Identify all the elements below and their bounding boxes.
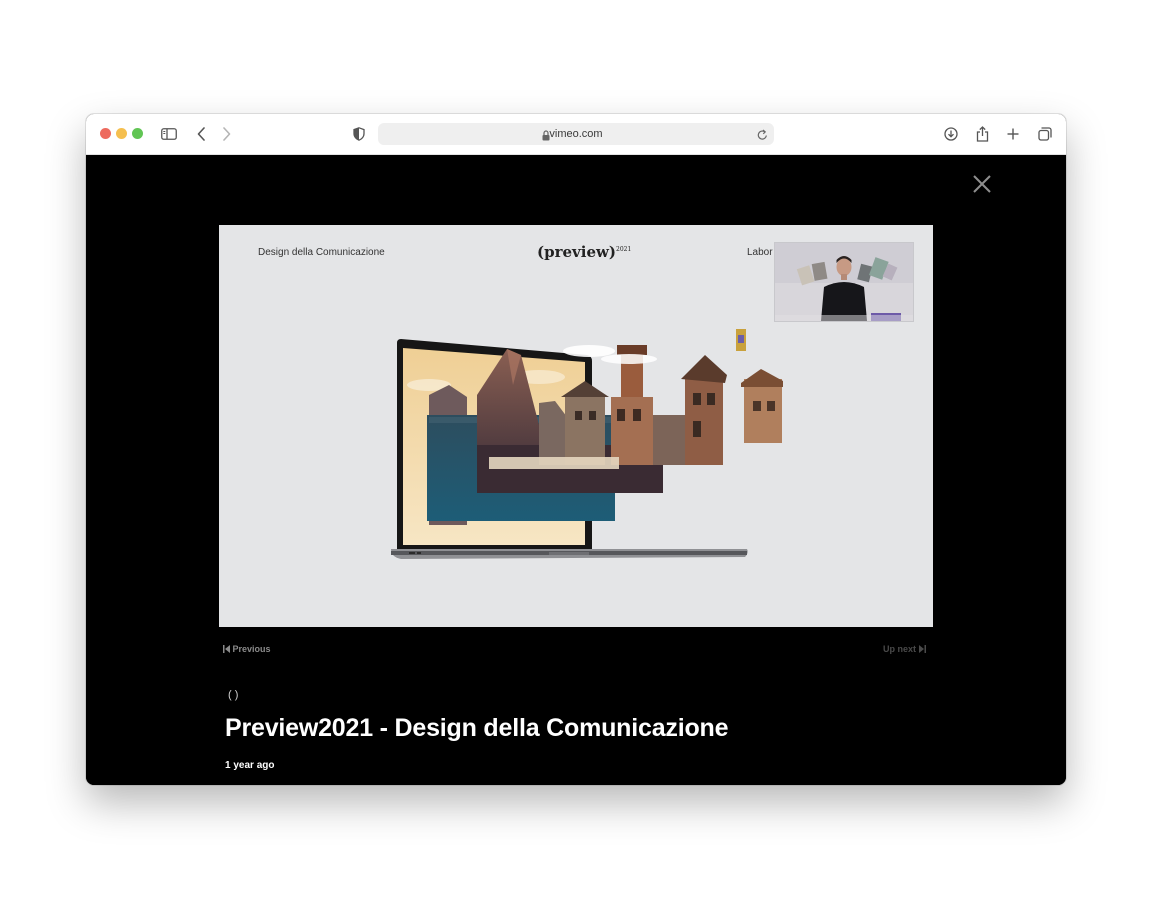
- close-icon: [973, 175, 991, 193]
- sidebar-icon: [161, 128, 177, 140]
- skip-back-icon: [223, 645, 230, 653]
- browser-toolbar: vimeo.com: [86, 114, 1066, 155]
- video-title: Preview2021 - Design della Comunicazione: [225, 714, 729, 742]
- up-next-label: Up next: [883, 644, 917, 654]
- forward-button[interactable]: [216, 124, 236, 144]
- browser-window: vimeo.com Design della Comunicazione (pr…: [86, 114, 1066, 785]
- new-tab-button[interactable]: [1003, 124, 1023, 144]
- back-button[interactable]: [191, 124, 211, 144]
- slide-logo-text: (preview): [537, 243, 616, 261]
- upload-time: 1 year ago: [225, 760, 275, 771]
- minimize-window-button[interactable]: [116, 128, 127, 139]
- preview-logo-mark: ( ): [228, 689, 239, 701]
- slide-logo: (preview)2021: [537, 243, 631, 261]
- vimeo-lightbox: Design della Comunicazione (preview)2021…: [86, 155, 1066, 785]
- privacy-report-button[interactable]: [349, 124, 369, 144]
- slide-header-left: Design della Comunicazione: [258, 247, 385, 258]
- forward-chevron-icon: [222, 127, 230, 141]
- previous-label: Previous: [232, 644, 271, 654]
- share-button[interactable]: [972, 124, 992, 144]
- downloads-button[interactable]: [941, 124, 961, 144]
- back-chevron-icon: [197, 127, 205, 141]
- url-text: vimeo.com: [549, 128, 603, 140]
- presenter-webcam-overlay: [774, 242, 914, 322]
- up-next-link[interactable]: Up next: [883, 644, 926, 654]
- video-player[interactable]: Design della Comunicazione (preview)2021…: [219, 225, 933, 627]
- download-icon: [944, 127, 958, 141]
- laptop-village-illustration: [389, 325, 789, 570]
- tab-overview-button[interactable]: [1035, 124, 1055, 144]
- previous-video-link[interactable]: Previous: [223, 644, 271, 654]
- address-bar[interactable]: vimeo.com: [378, 123, 774, 145]
- reload-icon: [757, 129, 767, 140]
- skip-forward-icon: [918, 645, 926, 653]
- share-icon: [976, 126, 988, 142]
- reload-button[interactable]: [757, 128, 768, 146]
- close-window-button[interactable]: [100, 128, 111, 139]
- shield-icon: [353, 127, 365, 141]
- tabs-icon: [1038, 127, 1052, 141]
- slide-logo-superscript: 2021: [616, 246, 632, 253]
- sidebar-toggle-button[interactable]: [159, 124, 179, 144]
- plus-icon: [1007, 128, 1019, 140]
- zoom-window-button[interactable]: [132, 128, 143, 139]
- slide-header-right: Labor: [747, 247, 773, 258]
- close-lightbox-button[interactable]: [970, 172, 994, 196]
